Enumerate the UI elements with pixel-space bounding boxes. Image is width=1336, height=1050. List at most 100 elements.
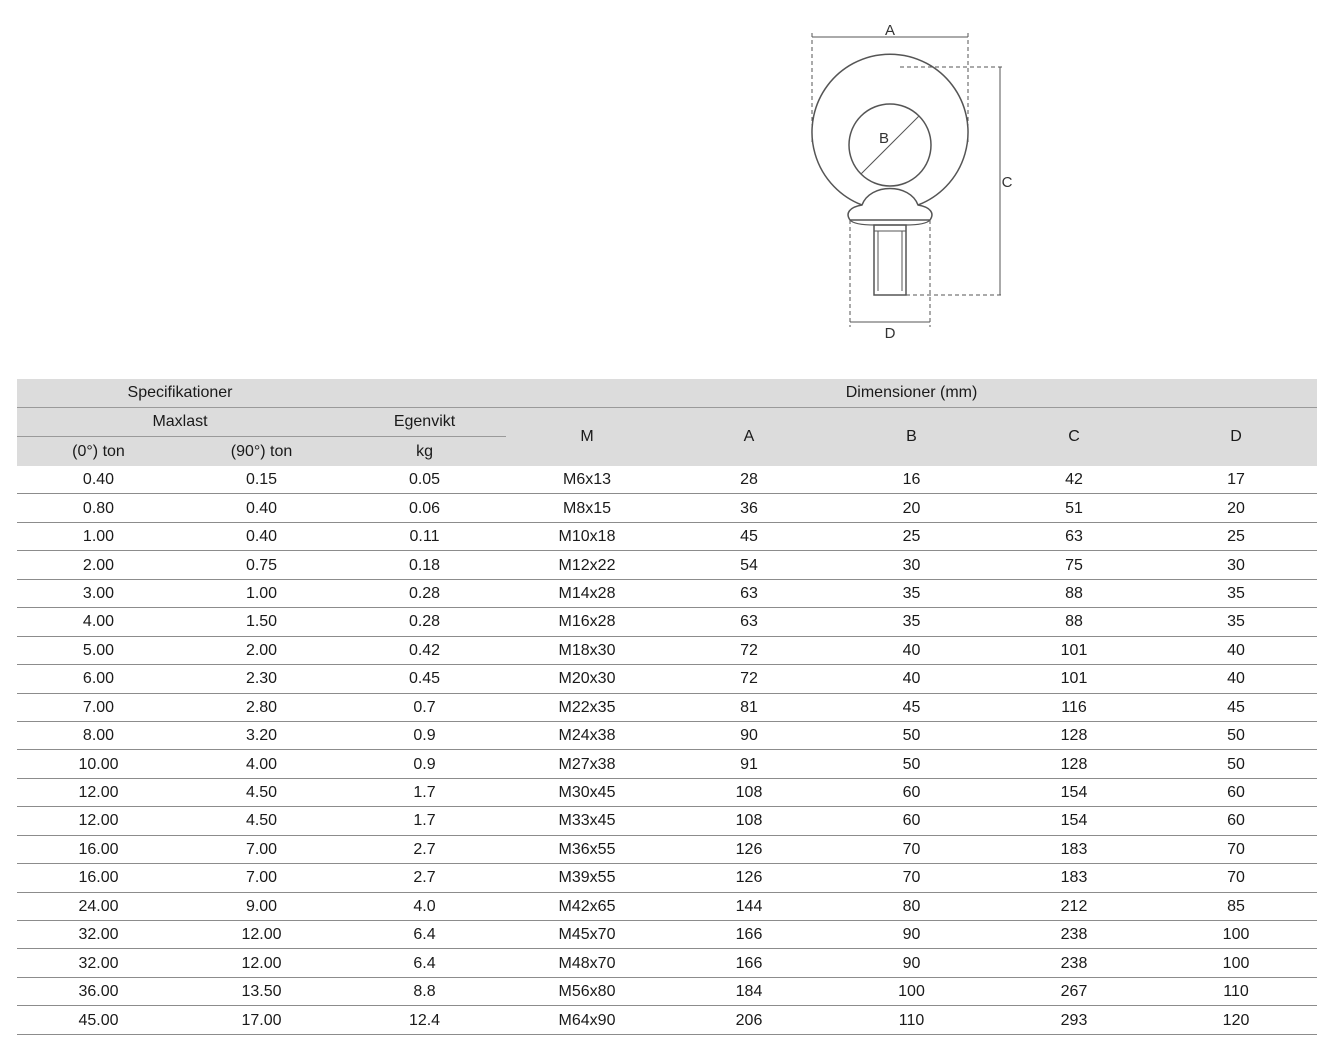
label-c: C [1002,174,1013,191]
dim-c-cell: 101 [993,664,1156,694]
dim-d-cell: 40 [1155,664,1318,694]
dim-a-cell: 72 [668,636,831,666]
thread-cell: M30x45 [506,778,669,808]
weight-cell: 0.7 [343,693,507,722]
header-col-a: A [668,407,831,466]
load-0deg-cell: 16.00 [17,835,180,865]
load-0deg-cell: 36.00 [17,977,180,1007]
load-0deg-cell: 8.00 [17,721,180,751]
load-90deg-cell: 12.00 [180,920,344,950]
dim-a-cell: 63 [668,579,831,609]
thread-cell: M45x70 [506,920,669,950]
load-0deg-cell: 1.00 [17,522,180,552]
dim-b-cell: 60 [830,806,994,836]
header-col-0deg: (0°) ton [17,436,180,466]
table-row: 16.00 7.00 2.7 M39x55 126 70 183 70 [17,863,1318,893]
weight-cell: 0.45 [343,664,507,694]
dim-b-cell: 20 [830,493,994,523]
load-90deg-cell: 7.00 [180,863,344,893]
dim-b-cell: 70 [830,835,994,865]
dim-b-cell: 90 [830,920,994,950]
thread-cell: M42x65 [506,892,669,922]
load-90deg-cell: 7.00 [180,835,344,865]
dim-c-cell: 42 [993,466,1156,495]
dim-b-cell: 45 [830,693,994,722]
weight-cell: 1.7 [343,806,507,836]
thread-cell: M36x55 [506,835,669,865]
dim-b-cell: 25 [830,522,994,552]
bolt-shank [873,224,907,296]
label-d: D [885,325,896,342]
load-0deg-cell: 45.00 [17,1005,180,1035]
dim-d-cell: 17 [1155,466,1318,495]
dim-b-cell: 40 [830,664,994,694]
dim-c-cell: 212 [993,892,1156,922]
dim-c-cell: 183 [993,835,1156,865]
thread-cell: M22x35 [506,693,669,722]
load-0deg-cell: 4.00 [17,607,180,637]
weight-cell: 8.8 [343,977,507,1007]
weight-cell: 0.9 [343,749,507,779]
dim-d-cell: 60 [1155,778,1318,808]
dim-d-cell: 20 [1155,493,1318,523]
thread-cell: M16x28 [506,607,669,637]
load-0deg-cell: 2.00 [17,550,180,580]
table-row: 3.00 1.00 0.28 M14x28 63 35 88 35 [17,579,1318,609]
table-row: 6.00 2.30 0.45 M20x30 72 40 101 40 [17,664,1318,694]
dim-a-cell: 126 [668,863,831,893]
load-90deg-cell: 12.00 [180,948,344,978]
header-col-kg: kg [343,436,507,466]
dim-b-cell: 110 [830,1005,994,1035]
dim-d-cell: 25 [1155,522,1318,552]
dim-d-cell: 70 [1155,835,1318,865]
load-90deg-cell: 13.50 [180,977,344,1007]
diameter-b-line [860,115,920,175]
load-0deg-cell: 12.00 [17,778,180,808]
table-row: 0.80 0.40 0.06 M8x15 36 20 51 20 [17,493,1318,523]
dim-c-cell: 154 [993,806,1156,836]
label-b: B [879,130,889,147]
weight-cell: 0.06 [343,493,507,523]
load-0deg-cell: 3.00 [17,579,180,609]
dim-d-cell: 30 [1155,550,1318,580]
dim-b-cell: 80 [830,892,994,922]
load-90deg-cell: 9.00 [180,892,344,922]
dim-d-cell: 120 [1155,1005,1318,1035]
table-row: 0.40 0.15 0.05 M6x13 28 16 42 17 [17,466,1318,495]
eye-bolt-diagram: A B C D [790,15,1030,350]
weight-cell: 0.9 [343,721,507,751]
dim-c-cell: 128 [993,749,1156,779]
dim-a-cell: 166 [668,920,831,950]
dim-d-cell: 110 [1155,977,1318,1007]
dim-d-cell: 45 [1155,693,1318,722]
load-90deg-cell: 0.75 [180,550,344,580]
load-0deg-cell: 7.00 [17,693,180,722]
dim-c-cell: 183 [993,863,1156,893]
dim-a-cell: 54 [668,550,831,580]
weight-cell: 2.7 [343,863,507,893]
dim-d-cell: 100 [1155,920,1318,950]
load-90deg-cell: 1.00 [180,579,344,609]
table-row: 45.00 17.00 12.4 M64x90 206 110 293 120 [17,1005,1318,1035]
dim-b-cell: 50 [830,721,994,751]
dim-c-cell: 238 [993,948,1156,978]
dim-a-cell: 184 [668,977,831,1007]
table-row: 24.00 9.00 4.0 M42x65 144 80 212 85 [17,892,1318,922]
dim-d-cell: 70 [1155,863,1318,893]
thread-cell: M18x30 [506,636,669,666]
table-header: Specifikationer Dimensioner (mm) Maxlast… [17,379,1318,466]
thread-cell: M14x28 [506,579,669,609]
load-90deg-cell: 4.50 [180,778,344,808]
load-0deg-cell: 0.40 [17,466,180,495]
dim-d-cell: 40 [1155,636,1318,666]
dim-b-cell: 70 [830,863,994,893]
load-90deg-cell: 2.00 [180,636,344,666]
dim-a-cell: 81 [668,693,831,722]
dim-d-cell: 35 [1155,579,1318,609]
dim-a-cell: 28 [668,466,831,495]
dim-c-cell: 128 [993,721,1156,751]
load-0deg-cell: 12.00 [17,806,180,836]
dim-d-cell: 50 [1155,749,1318,779]
weight-cell: 0.28 [343,579,507,609]
load-0deg-cell: 16.00 [17,863,180,893]
